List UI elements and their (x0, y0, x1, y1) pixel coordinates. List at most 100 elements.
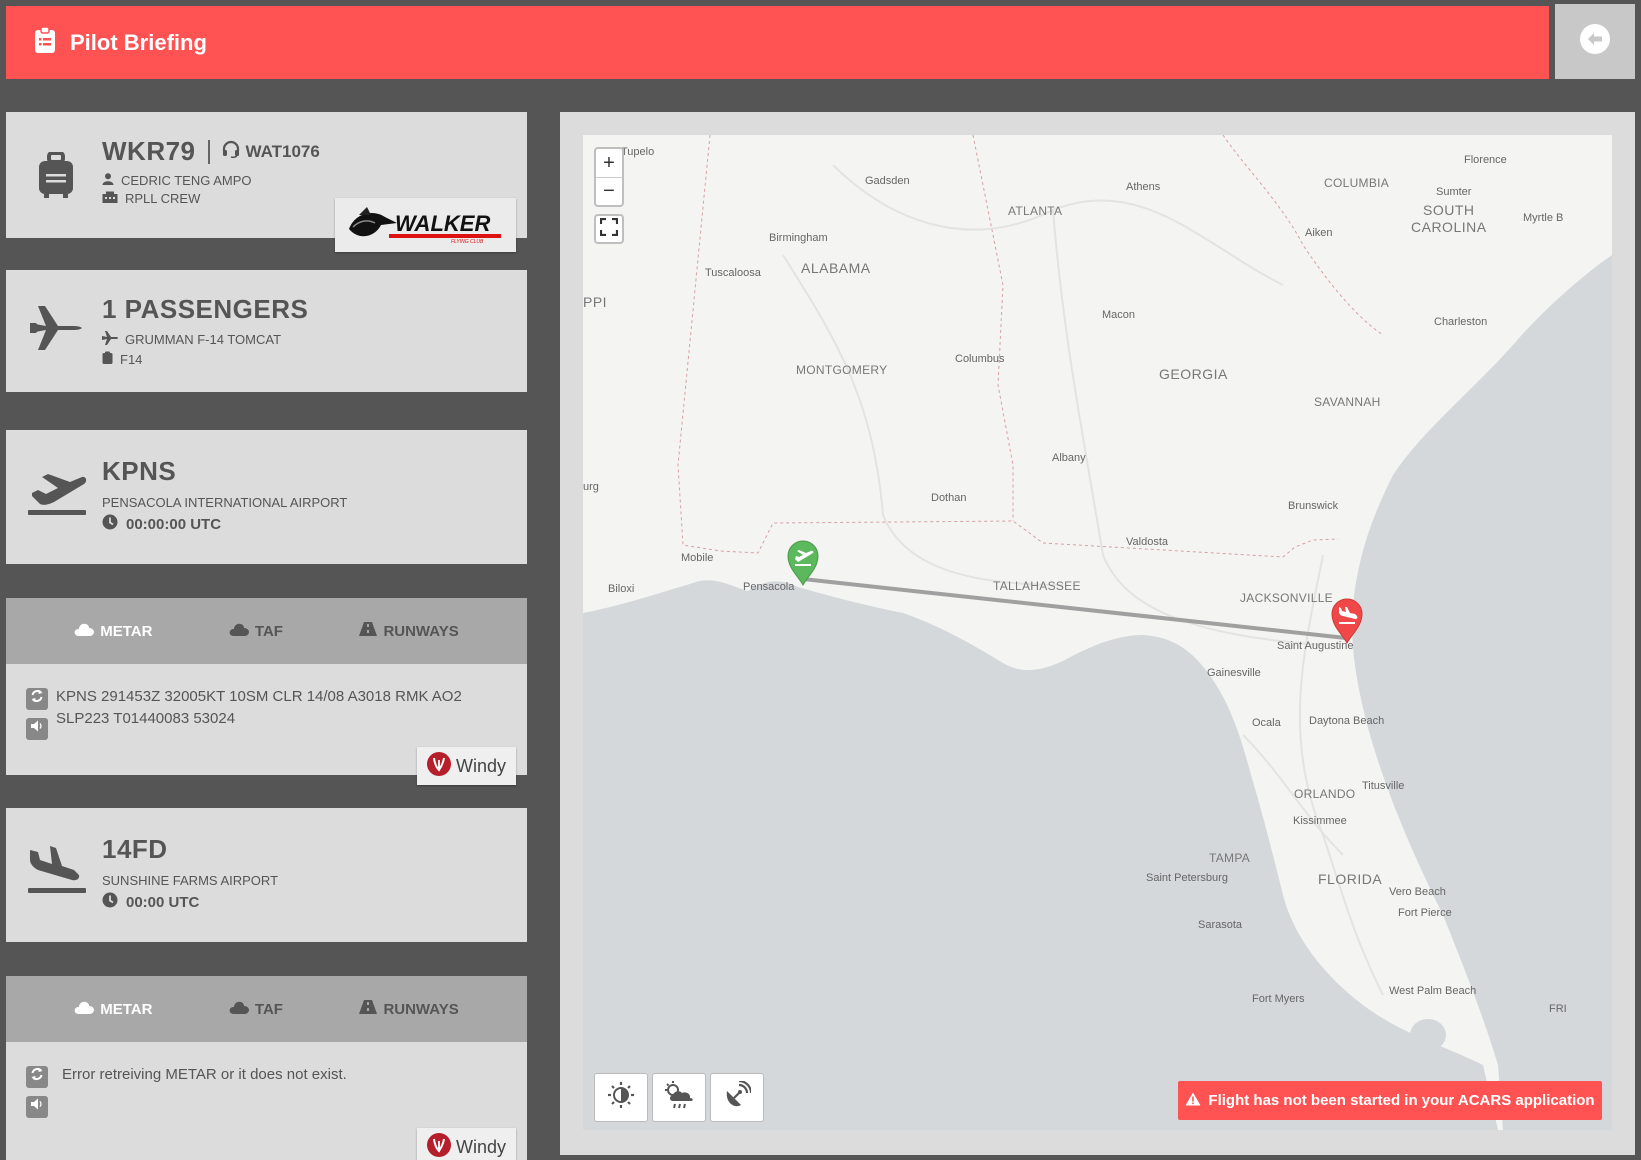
pilot-base: RPLL CREW (125, 191, 201, 206)
volume-icon (30, 1096, 44, 1118)
windy-button[interactable]: Windy (417, 1128, 516, 1160)
sun-moon-icon (607, 1081, 635, 1114)
zoom-out-button[interactable]: − (596, 177, 622, 205)
map-label: Albany (1052, 452, 1086, 464)
map-label: ORLANDO (1294, 787, 1356, 801)
map-label: Birmingham (769, 232, 828, 244)
map-label: MONTGOMERY (796, 363, 888, 377)
map-label: GEORGIA (1159, 366, 1228, 382)
route-map[interactable]: Tupelo Gadsden Athens Florence COLUMBIA … (583, 135, 1612, 1130)
map-label: Ocala (1252, 717, 1281, 729)
tab-taf[interactable]: TAF (229, 1000, 283, 1018)
weather-body: Error retreiving METAR or it does not ex… (6, 1042, 527, 1118)
refresh-icon (30, 1066, 44, 1088)
metar-error-text: Error retreiving METAR or it does not ex… (62, 1066, 347, 1083)
map-label: Columbus (955, 353, 1005, 365)
tab-runways-label: RUNWAYS (383, 622, 459, 640)
map-label: Myrtle B (1523, 212, 1564, 224)
map-label: Aiken (1305, 227, 1333, 239)
callsign-text: WAT1076 (245, 141, 320, 161)
map-label: SAVANNAH (1314, 395, 1381, 409)
zoom-control: + − (594, 147, 624, 207)
map-label: Sumter (1436, 186, 1472, 198)
map-label: urg (583, 481, 599, 493)
clock-icon (102, 892, 118, 912)
tab-metar[interactable]: METAR (74, 1000, 152, 1018)
flight-number: WKR79 (102, 136, 196, 166)
map-label: West Palm Beach (1389, 985, 1477, 997)
map-label: Titusville (1362, 780, 1405, 792)
map-label: FRI (1549, 1003, 1567, 1015)
map-label: Valdosta (1126, 536, 1168, 548)
map-label: Gadsden (865, 175, 910, 187)
arrival-card: 14FD SUNSHINE FARMS AIRPORT 00:00 UTC (6, 808, 527, 942)
departure-time: 00:00:00 UTC (126, 515, 222, 533)
airplane-icon (28, 305, 82, 356)
weather-layer-button[interactable] (652, 1073, 706, 1122)
tab-metar-label: METAR (100, 1000, 153, 1018)
arrival-icao: 14FD (102, 834, 168, 864)
map-label: FLORIDA (1318, 871, 1383, 887)
map-label: TALLAHASSEE (993, 579, 1081, 593)
volume-icon (30, 718, 44, 740)
map-label: Florence (1464, 154, 1507, 166)
tab-taf-label: TAF (254, 1000, 283, 1018)
map-label: ALABAMA (801, 260, 871, 276)
map-label: Tupelo (621, 146, 655, 158)
metar-text: KPNS 291453Z 32005KT 10SM CLR 14/08 A301… (56, 688, 462, 727)
map-label: PPI (583, 294, 608, 310)
map-base-icon (583, 135, 1612, 1130)
tab-metar[interactable]: METAR (74, 622, 152, 640)
user-icon (102, 173, 114, 188)
aircraft-type: GRUMMAN F-14 TOMCAT (125, 332, 282, 347)
back-button[interactable] (1555, 4, 1635, 79)
map-label: Gainesville (1207, 667, 1261, 679)
tab-runways[interactable]: RUNWAYS (359, 622, 459, 640)
tab-runways-label: RUNWAYS (383, 1000, 459, 1018)
satellite-layer-button[interactable] (710, 1073, 764, 1122)
map-panel: Tupelo Gadsden Athens Florence COLUMBIA … (560, 112, 1635, 1155)
aircraft-code: F14 (120, 351, 143, 367)
refresh-icon (30, 688, 44, 710)
fullscreen-icon (599, 217, 619, 241)
speaker-button[interactable] (26, 1096, 48, 1118)
arrival-weather-panel: METAR TAF RUNWAYS Error retreiving METAR… (6, 976, 527, 1160)
map-label: ATLANTA (1008, 204, 1063, 218)
zoom-in-button[interactable]: + (596, 149, 622, 177)
acars-status-text: Flight has not been started in your ACAR… (1208, 1092, 1595, 1109)
speaker-button[interactable] (26, 718, 48, 740)
clock-icon (102, 514, 118, 534)
callsign: WAT1076 (222, 140, 320, 163)
cloud-icon (229, 1000, 249, 1018)
tab-taf[interactable]: TAF (229, 622, 283, 640)
map-label: TAMPA (1209, 851, 1251, 865)
suitcase-icon (38, 151, 74, 203)
map-label: Tuscaloosa (705, 267, 761, 279)
weather-tabs: METAR TAF RUNWAYS (6, 976, 527, 1042)
map-label: Dothan (931, 492, 967, 504)
arrival-marker-icon[interactable] (1330, 598, 1364, 649)
departure-card: KPNS PENSACOLA INTERNATIONAL AIRPORT 00:… (6, 430, 527, 564)
pilot-name: CEDRIC TENG AMPO (121, 173, 252, 188)
refresh-button[interactable] (26, 688, 48, 710)
windy-button[interactable]: Windy (417, 747, 516, 785)
satellite-dish-icon (723, 1079, 753, 1114)
map-label: Athens (1126, 181, 1161, 193)
header-bar: Pilot Briefing (6, 6, 1549, 79)
fullscreen-button[interactable] (594, 214, 624, 244)
aircraft-card: 1 PASSENGERS GRUMMAN F-14 TOMCAT F14 (6, 270, 527, 392)
tab-taf-label: TAF (254, 622, 283, 640)
map-label: Biloxi (608, 583, 635, 595)
tab-runways[interactable]: RUNWAYS (359, 1000, 459, 1018)
departure-icao: KPNS (102, 456, 177, 486)
refresh-button[interactable] (26, 1066, 48, 1088)
departure-marker-icon[interactable] (786, 540, 820, 591)
weather-tabs: METAR TAF RUNWAYS (6, 598, 527, 664)
map-label: Fort Myers (1252, 993, 1305, 1005)
building-icon (102, 191, 118, 206)
arrow-left-circle-icon (1579, 23, 1611, 60)
windy-label: Windy (455, 1136, 506, 1157)
walker-logo-icon: WALKER FLYING CLUB (348, 207, 501, 245)
day-night-toggle-button[interactable] (594, 1073, 648, 1122)
warning-icon (1185, 1092, 1201, 1110)
